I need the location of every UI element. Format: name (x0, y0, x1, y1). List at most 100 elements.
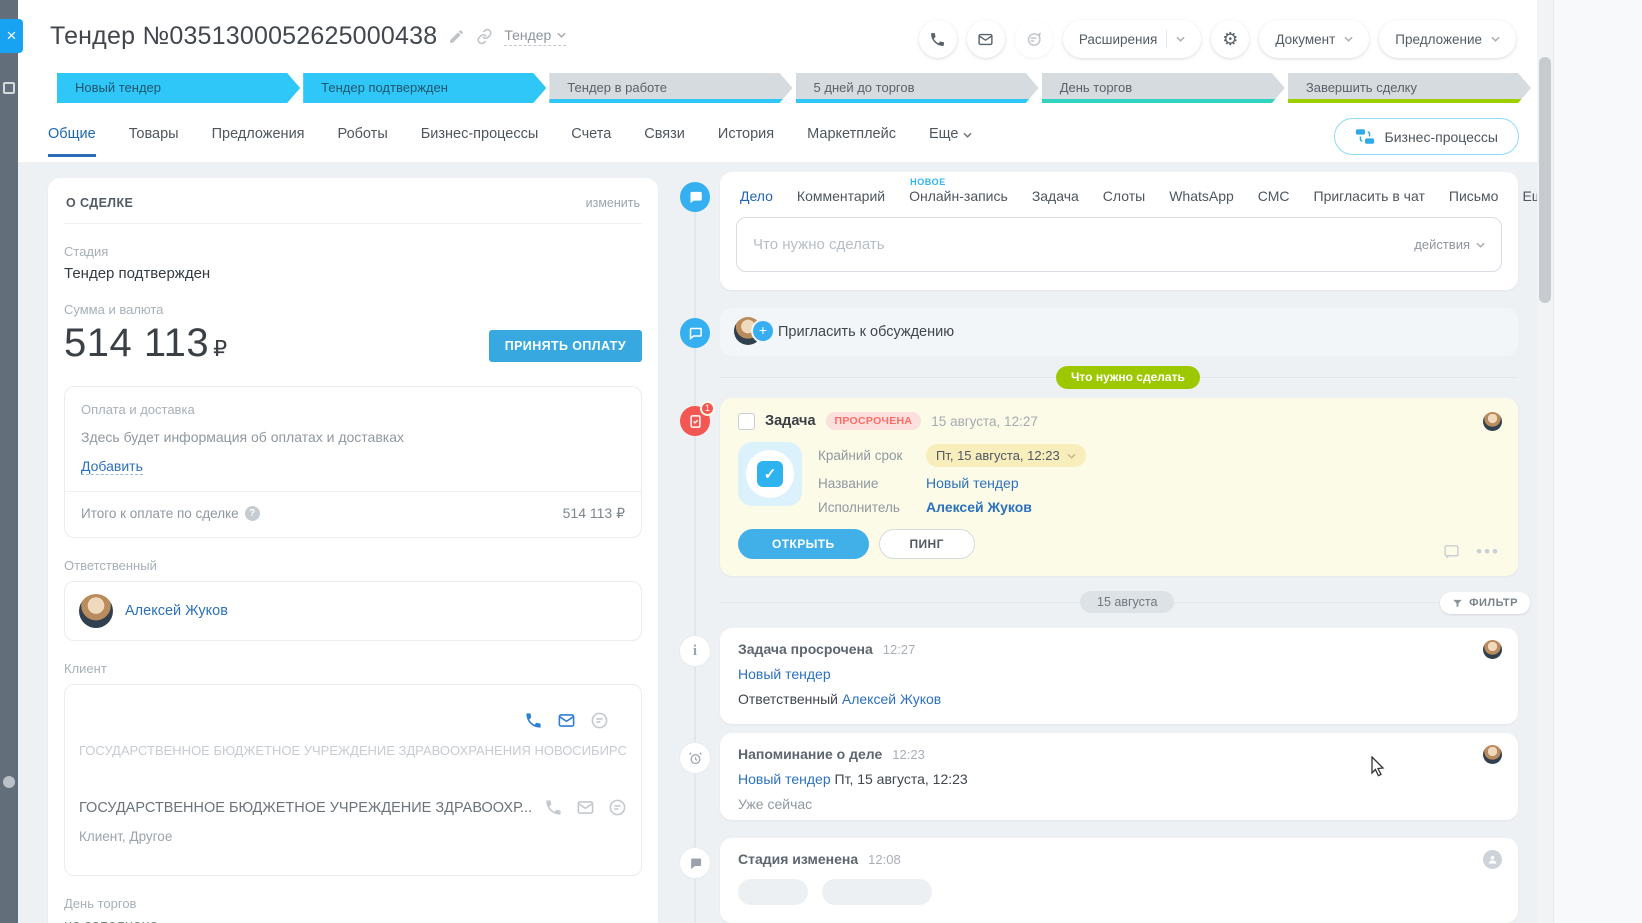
document-label: Документ (1275, 31, 1336, 47)
tab-history[interactable]: История (718, 126, 774, 157)
responsible-box: Алексей Жуков (64, 581, 642, 641)
business-process-button[interactable]: Бизнес-процессы (1333, 118, 1519, 155)
client-company-full[interactable]: ГОСУДАРСТВЕННОЕ БЮДЖЕТНОЕ УЧРЕЖДЕНИЕ ЗДР… (79, 743, 627, 758)
chat-button[interactable] (1014, 20, 1053, 58)
scrollbar-thumb[interactable] (1539, 57, 1551, 303)
help-icon[interactable] (244, 506, 260, 521)
close-panel-button[interactable]: × (0, 19, 23, 53)
entry-title: Задача просрочена (738, 641, 873, 657)
open-task-button[interactable]: ОТКРЫТЬ (738, 529, 869, 559)
edit-title-icon[interactable] (448, 28, 465, 45)
chevron-down-icon (1344, 36, 1353, 42)
activity-tab-sms[interactable]: СМС (1258, 188, 1290, 204)
stage-new-tender[interactable]: Новый тендер (57, 73, 300, 103)
call-button[interactable] (918, 20, 957, 58)
filter-button[interactable]: ФИЛЬТР (1440, 592, 1530, 614)
activity-tab-comment[interactable]: Комментарий (797, 188, 885, 204)
deadline-pill[interactable]: Пт, 15 августа, 12:23 (926, 444, 1086, 467)
deal-card-header: О СДЕЛКЕ изменить (64, 196, 642, 224)
scrollbar-track[interactable] (1537, 0, 1553, 923)
tab-products[interactable]: Товары (129, 126, 179, 157)
info-node (680, 636, 710, 666)
panel-icon[interactable] (3, 82, 15, 94)
phone-icon (931, 32, 945, 46)
ping-button[interactable]: ПИНГ (878, 529, 975, 559)
tab-quotes[interactable]: Предложения (212, 126, 305, 157)
left-rail (0, 0, 18, 923)
invite-discussion-row[interactable]: Пригласить к обсуждению (720, 308, 1518, 356)
avatar (79, 594, 113, 628)
deadline-label: Крайний срок (818, 448, 903, 463)
entity-type-dropdown[interactable]: Тендер (504, 27, 567, 46)
business-process-label: Бизнес-процессы (1384, 128, 1498, 145)
document-button[interactable]: Документ (1259, 20, 1370, 58)
payment-delivery-box: Оплата и доставка Здесь будет информация… (64, 386, 642, 538)
auction-day-label: День торгов (64, 896, 137, 911)
chat-icon[interactable] (608, 798, 627, 817)
activity-tab-task[interactable]: Задача (1032, 188, 1079, 204)
pipeline-stage-bar: Новый тендер Тендер подтвержден Тендер в… (57, 73, 1531, 103)
stage-auction-day[interactable]: День торгов (1042, 73, 1285, 103)
activity-tab-invite-chat[interactable]: Пригласить в чат (1314, 188, 1425, 204)
app-logo-icon[interactable] (3, 776, 15, 788)
task-checkbox[interactable] (738, 412, 755, 430)
task-check-icon (689, 414, 701, 428)
activity-tab-letter[interactable]: Письмо (1449, 188, 1499, 204)
todo-pill[interactable]: Что нужно сделать (1056, 366, 1200, 389)
proposal-button[interactable]: Предложение (1379, 20, 1516, 58)
tab-more[interactable]: Еще (929, 126, 973, 157)
add-payment-link[interactable]: Добавить (81, 458, 143, 475)
actions-label: действия (1414, 237, 1470, 252)
tab-business-processes[interactable]: Бизнес-процессы (421, 126, 539, 157)
extensions-button[interactable]: Расширения (1062, 20, 1202, 58)
client-company-link[interactable]: ГОСУДАРСТВЕННОЕ БЮДЖЕТНОЕ УЧРЕЖДЕНИЕ ЗДР… (79, 800, 531, 816)
total-label: Итого к оплате по сделке (81, 506, 239, 521)
filter-label: ФИЛЬТР (1469, 597, 1518, 609)
phone-icon[interactable] (544, 798, 563, 817)
actions-dropdown[interactable]: действия (1414, 237, 1485, 252)
page-title: Тендер №0351300052625000438 (50, 22, 438, 50)
settings-button[interactable]: ⚙ (1211, 20, 1250, 58)
assignee-label: Исполнитель (818, 499, 900, 515)
entry-task-link[interactable]: Новый тендер (738, 666, 831, 682)
tab-robots[interactable]: Роботы (338, 126, 388, 157)
accept-payment-button[interactable]: ПРИНЯТЬ ОПЛАТУ (488, 330, 642, 362)
amount-value[interactable]: 514 113 (64, 321, 209, 365)
chevron-down-icon (963, 132, 973, 138)
extensions-label: Расширения (1078, 31, 1158, 47)
responsible-link[interactable]: Алексей Жуков (125, 603, 228, 619)
edit-deal-link[interactable]: изменить (586, 196, 640, 210)
assignee-link[interactable]: Алексей Жуков (926, 499, 1032, 515)
tab-marketplace[interactable]: Маркетплейс (807, 126, 896, 157)
stage-pill-to (822, 879, 932, 905)
task-node: 1 (680, 401, 715, 436)
more-actions-icon[interactable] (1476, 547, 1500, 557)
stage-field-value[interactable]: Тендер подтвержден (64, 265, 642, 282)
pin-comment-icon[interactable] (1443, 543, 1460, 560)
task-name-link[interactable]: Новый тендер (926, 475, 1019, 491)
phone-icon[interactable] (524, 711, 543, 730)
tab-invoices[interactable]: Счета (571, 126, 611, 157)
chat-icon (1028, 31, 1042, 46)
stage-5-days[interactable]: 5 дней до торгов (796, 73, 1039, 103)
chat-icon[interactable] (590, 711, 609, 730)
stage-close-deal[interactable]: Завершить сделку (1288, 73, 1531, 103)
envelope-icon[interactable] (557, 711, 576, 730)
stage-in-progress[interactable]: Тендер в работе (549, 73, 792, 103)
tab-general[interactable]: Общие (48, 126, 96, 157)
entry-task-link[interactable]: Новый тендер (738, 771, 831, 787)
activity-tab-todo[interactable]: Дело (740, 188, 773, 204)
envelope-icon[interactable] (576, 798, 595, 817)
auction-day-value[interactable]: не заполнено (64, 917, 642, 923)
activity-tab-whatsapp[interactable]: WhatsApp (1169, 188, 1234, 204)
todo-input[interactable] (753, 236, 1415, 253)
timeline-entry-task-overdue: Задача просрочена 12:27 Новый тендер Отв… (720, 628, 1518, 724)
entry-person-link[interactable]: Алексей Жуков (842, 691, 941, 707)
copy-link-icon[interactable] (476, 28, 493, 45)
activity-tab-slots[interactable]: Слоты (1103, 188, 1145, 204)
stage-confirmed[interactable]: Тендер подтвержден (303, 73, 546, 103)
tab-links[interactable]: Связи (644, 126, 685, 157)
activity-tab-online-booking[interactable]: НОВОЕ Онлайн-запись (909, 177, 1008, 204)
avatar (1483, 640, 1502, 659)
email-button[interactable] (966, 20, 1005, 58)
